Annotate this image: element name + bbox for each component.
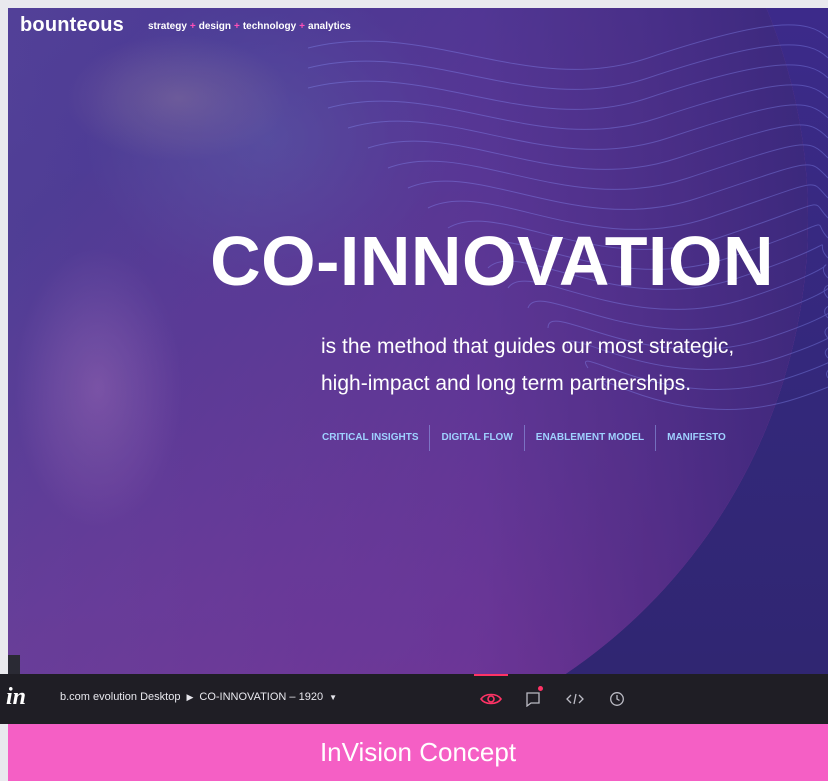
screen-name[interactable]: CO-INNOVATION – 1920: [199, 691, 323, 703]
bounteous-logo[interactable]: bounteous: [20, 14, 124, 37]
tagline: strategy + design + technology + analytics: [148, 21, 351, 32]
invision-concept-banner: InVision Concept: [8, 724, 828, 781]
inspect-mode-button[interactable]: [554, 674, 596, 724]
prototype-frame: bounteous strategy + design + technology + ana…: [8, 8, 828, 674]
nav-link-digital-flow[interactable]: DIGITAL FLOW: [429, 425, 523, 451]
tagline-technology: technology: [242, 21, 297, 32]
hero-subtitle-line2: high-impact and long term partnerships.: [321, 372, 692, 395]
notification-dot: [538, 686, 543, 691]
nav-link-enablement-model[interactable]: ENABLEMENT MODEL: [523, 425, 655, 451]
comment-icon: [526, 692, 540, 707]
mode-tools: [470, 674, 638, 724]
hero-subtitle-line1: is the method that guides our most strat…: [321, 335, 735, 358]
nav-link-critical-insights[interactable]: CRITICAL INSIGHTS: [322, 425, 429, 451]
invision-toolbar: in b.com evolution Desktop ▶ CO-INNOVATI…: [0, 674, 828, 724]
caret-down-icon[interactable]: ▼: [329, 693, 337, 702]
scrollbar-stub: [8, 655, 20, 675]
tagline-analytics: analytics: [308, 21, 351, 32]
nav-link-manifesto[interactable]: MANIFESTO: [655, 425, 737, 451]
preview-mode-button[interactable]: [470, 674, 512, 724]
tagline-plus: +: [189, 21, 196, 32]
eye-icon: [480, 693, 502, 705]
project-name[interactable]: b.com evolution Desktop: [60, 691, 180, 703]
chevron-right-icon: ▶: [186, 691, 194, 702]
section-nav: CRITICAL INSIGHTS DIGITAL FLOW ENABLEMEN…: [322, 425, 737, 451]
clock-icon: [610, 692, 624, 706]
tagline-strategy: strategy: [148, 21, 187, 32]
breadcrumb[interactable]: b.com evolution Desktop ▶ CO-INNOVATION …: [60, 691, 337, 703]
invision-logo[interactable]: in: [6, 684, 26, 711]
tagline-plus: +: [299, 21, 306, 32]
code-icon: [566, 693, 584, 705]
hero-subtitle: is the method that guides our most strat…: [321, 328, 811, 402]
tagline-plus: +: [233, 21, 240, 32]
history-mode-button[interactable]: [596, 674, 638, 724]
hero-title: CO-INNOVATION: [210, 222, 774, 300]
comment-mode-button[interactable]: [512, 674, 554, 724]
site-header: bounteous strategy + design + technology + ana…: [8, 8, 828, 44]
tagline-design: design: [198, 21, 231, 32]
